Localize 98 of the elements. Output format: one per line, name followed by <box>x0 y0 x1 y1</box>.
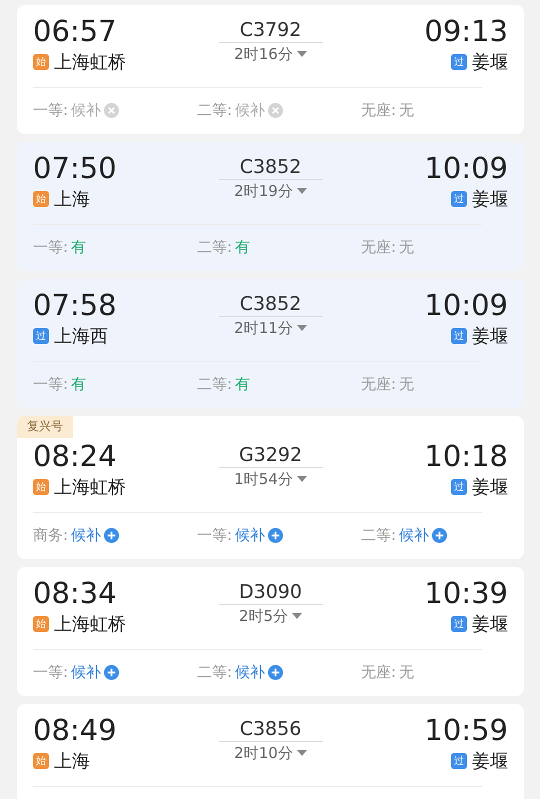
seat-class: 无座: <box>361 100 396 120</box>
train-number: C3852 <box>218 155 322 180</box>
seat-class: 无座: <box>361 238 396 256</box>
station-tag: 过 <box>451 479 467 495</box>
duration-toggle[interactable]: 2时5分 <box>238 605 302 627</box>
arrival-time: 10:59 <box>424 712 508 748</box>
train-number: C3852 <box>218 292 322 317</box>
arrival-station: 姜堰 <box>472 476 508 499</box>
departure-time: 08:24 <box>33 438 117 474</box>
add-icon[interactable] <box>268 528 284 542</box>
seat-status: 候补 <box>235 662 266 682</box>
departure-station: 上海西 <box>54 325 108 348</box>
duration-toggle[interactable]: 2时11分 <box>234 317 307 339</box>
add-icon[interactable] <box>268 664 284 680</box>
station-tag: 始 <box>33 616 49 632</box>
train-number: G3292 <box>218 443 322 468</box>
departure-station: 上海虹桥 <box>54 476 126 499</box>
train-card[interactable]: 07:58 过 上海西 C3852 2时11分 10:09 过 姜堰 一等: 有 二等: 有 无座: 无 <box>17 279 524 408</box>
arrival-station: 姜堰 <box>472 750 508 773</box>
seat-status: 候补 <box>71 526 102 544</box>
seat-class: 二等: <box>197 100 232 120</box>
train-type-badge: 复兴号 <box>17 416 73 438</box>
arrival-time: 10:39 <box>424 575 508 611</box>
train-card[interactable]: 08:34 始 上海虹桥 D3090 2时5分 10:39 过 姜堰 一等: 候补 二等: 候补 无座: 无 <box>17 567 524 696</box>
departure-time: 08:49 <box>33 712 117 748</box>
seat-status: 候补 <box>235 526 266 544</box>
train-card[interactable]: 复兴号 08:24 始 上海虹桥 G3292 1时54分 10:18 过 姜堰 商务: 候补 一等: 候补 二等: 候补 <box>17 416 524 559</box>
departure-time: 06:57 <box>33 13 117 49</box>
seat-class: 一等: <box>33 374 68 394</box>
caret-icon <box>296 188 307 194</box>
seat-class: 无座: <box>361 662 396 682</box>
add-icon[interactable] <box>104 664 120 680</box>
train-number: C3792 <box>218 18 322 43</box>
duration-toggle[interactable]: 2时10分 <box>234 742 307 764</box>
caret-icon <box>296 476 307 482</box>
train-card[interactable]: 07:50 始 上海 C3852 2时19分 10:09 过 姜堰 一等: 有 二等: 有 无座: 无 <box>17 142 524 271</box>
seat-status: 无 <box>399 662 414 682</box>
departure-time: 07:58 <box>33 287 117 323</box>
add-icon[interactable] <box>432 528 448 542</box>
departure-station: 上海虹桥 <box>54 613 126 636</box>
seat-status: 无 <box>399 374 414 394</box>
arrival-time: 10:09 <box>424 287 508 323</box>
seat-class: 二等: <box>197 662 232 682</box>
caret-icon <box>292 613 302 619</box>
arrival-station: 姜堰 <box>472 51 508 74</box>
caret-icon <box>296 750 307 756</box>
duration-toggle[interactable]: 1时54分 <box>234 468 307 490</box>
station-tag: 过 <box>451 616 467 632</box>
station-tag: 始 <box>33 753 49 769</box>
close-icon <box>268 102 284 118</box>
seat-status: 候补 <box>235 100 266 120</box>
seat-status: 有 <box>71 374 86 394</box>
arrival-time: 10:09 <box>424 150 508 186</box>
seat-status: 无 <box>399 238 414 256</box>
station-tag: 始 <box>33 479 49 495</box>
seat-class: 商务: <box>33 526 68 544</box>
station-tag: 过 <box>451 191 467 207</box>
seat-status: 无 <box>399 100 414 120</box>
arrival-station: 姜堰 <box>472 613 508 636</box>
caret-icon <box>296 325 307 331</box>
seat-status: 有 <box>71 238 86 256</box>
caret-icon <box>296 51 307 57</box>
seat-class: 二等: <box>361 526 396 544</box>
station-tag: 过 <box>33 328 49 344</box>
station-tag: 始 <box>33 191 49 207</box>
seat-class: 二等: <box>197 238 232 256</box>
station-tag: 过 <box>451 54 467 70</box>
seat-class: 一等: <box>197 526 232 544</box>
departure-time: 08:34 <box>33 575 117 611</box>
station-tag: 始 <box>33 54 49 70</box>
departure-station: 上海虹桥 <box>54 51 126 74</box>
arrival-time: 09:13 <box>424 13 508 49</box>
train-card[interactable]: 08:49 始 上海 C3856 2时10分 10:59 过 姜堰 <box>17 704 524 799</box>
seat-status: 候补 <box>71 662 102 682</box>
train-card[interactable]: 06:57 始 上海虹桥 C3792 2时16分 09:13 过 姜堰 一等: 候补 二等: 候补 无座: 无 <box>17 5 524 134</box>
arrival-station: 姜堰 <box>472 325 508 348</box>
train-number: D3090 <box>218 580 322 605</box>
train-number: C3856 <box>218 717 322 742</box>
seat-class: 二等: <box>197 374 232 394</box>
seat-status: 候补 <box>71 100 102 120</box>
station-tag: 过 <box>451 328 467 344</box>
departure-time: 07:50 <box>33 150 117 186</box>
seat-status: 有 <box>235 374 250 394</box>
seat-status: 候补 <box>399 526 430 544</box>
duration-toggle[interactable]: 2时19分 <box>234 180 307 202</box>
arrival-station: 姜堰 <box>472 188 508 211</box>
arrival-time: 10:18 <box>424 438 508 474</box>
seat-class: 一等: <box>33 238 68 256</box>
add-icon[interactable] <box>104 528 120 542</box>
station-tag: 过 <box>451 753 467 769</box>
seat-class: 一等: <box>33 100 68 120</box>
departure-station: 上海 <box>54 188 90 211</box>
duration-toggle[interactable]: 2时16分 <box>234 43 307 65</box>
seat-class: 一等: <box>33 662 68 682</box>
departure-station: 上海 <box>54 750 90 773</box>
seat-status: 有 <box>235 238 250 256</box>
close-icon <box>104 102 120 118</box>
seat-class: 无座: <box>361 374 396 394</box>
